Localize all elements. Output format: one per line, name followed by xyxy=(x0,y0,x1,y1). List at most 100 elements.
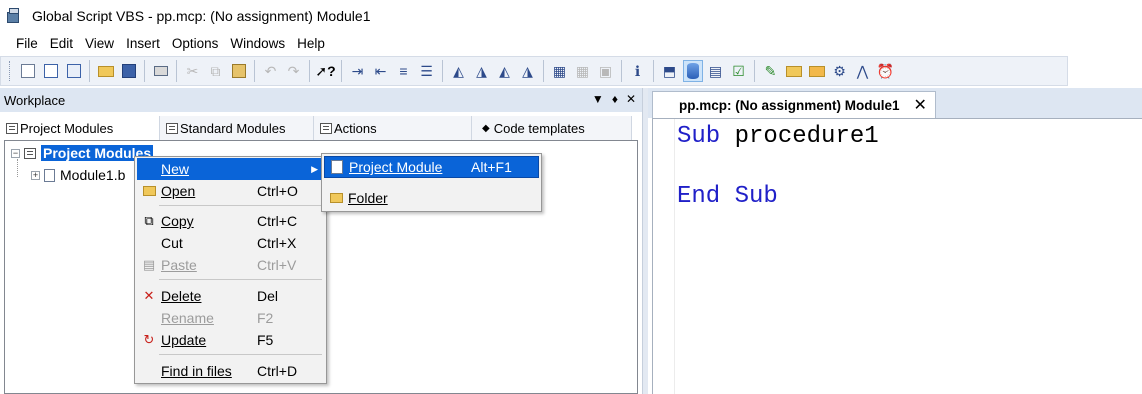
debug-icon[interactable]: ▣ xyxy=(596,60,616,82)
project-module-icon xyxy=(329,159,345,175)
menu-item-rename[interactable]: Rename F2 xyxy=(137,307,324,329)
print-icon[interactable] xyxy=(151,60,171,82)
menu-edit[interactable]: Edit xyxy=(44,36,79,51)
menu-help[interactable]: Help xyxy=(291,36,331,51)
action-icon xyxy=(320,122,332,134)
menu-item-copy[interactable]: ⧉ Copy Ctrl+C xyxy=(137,210,324,232)
align-icon[interactable]: ≡ xyxy=(394,60,414,82)
edit-icon[interactable]: ✎ xyxy=(761,60,781,82)
workplace-tabs: Project Modules Standard Modules Actions… xyxy=(0,116,642,140)
comment-icon[interactable]: ☰ xyxy=(417,60,437,82)
info-icon[interactable]: ℹ xyxy=(628,60,648,82)
folder-icon[interactable] xyxy=(784,60,804,82)
toolbar-separator xyxy=(543,60,544,82)
toolbar-separator xyxy=(754,60,755,82)
tree-node-project-modules[interactable]: − Project Modules xyxy=(11,145,154,161)
pin-icon[interactable]: ♦ xyxy=(612,92,618,106)
copy-icon[interactable]: ⧉ xyxy=(206,60,226,82)
delete-icon: ✕ xyxy=(143,288,155,303)
check-icon[interactable]: ☑ xyxy=(729,60,749,82)
whats-this-icon[interactable]: ➚? xyxy=(315,60,335,82)
menu-item-cut[interactable]: Cut Ctrl+X xyxy=(137,232,324,254)
update-icon: ↻ xyxy=(143,332,155,347)
new-submenu: Project Module Alt+F1 Folder xyxy=(321,153,542,212)
module-icon xyxy=(24,147,36,159)
menu-insert[interactable]: Insert xyxy=(120,36,166,51)
tab-standard-modules[interactable]: Standard Modules xyxy=(160,116,314,140)
open-folder-icon[interactable] xyxy=(96,60,116,82)
bookmark-prev-icon[interactable]: ◭ xyxy=(495,60,515,82)
collapse-icon[interactable]: − xyxy=(11,148,20,158)
template-icon: ◆ xyxy=(482,122,490,134)
open-folder-icon xyxy=(141,183,157,199)
menu-item-new[interactable]: New ▶ xyxy=(137,158,324,180)
new-project-icon[interactable] xyxy=(64,60,84,82)
outdent-icon[interactable]: ⇤ xyxy=(371,60,391,82)
menu-item-update[interactable]: ↻ Update F5 xyxy=(137,329,324,351)
toolbar-separator xyxy=(144,60,145,82)
code-line-3: End Sub xyxy=(677,183,778,210)
menu-item-folder[interactable]: Folder xyxy=(324,187,539,209)
toolbar-separator xyxy=(309,60,310,82)
tab-project-modules[interactable]: Project Modules xyxy=(0,116,160,140)
toolbar-grip[interactable] xyxy=(9,61,12,81)
window-title: Global Script VBS - pp.mcp: (No assignme… xyxy=(32,8,371,24)
menu-item-find-in-files[interactable]: Find in files Ctrl+D xyxy=(137,360,324,382)
dropdown-icon[interactable]: ▼ xyxy=(592,92,604,106)
compile-icon[interactable]: ▦ xyxy=(550,60,570,82)
bookmark-icon[interactable]: ◭ xyxy=(449,60,469,82)
paste-icon[interactable] xyxy=(229,60,249,82)
menu-view[interactable]: View xyxy=(79,36,120,51)
toolbar-separator xyxy=(89,60,90,82)
context-menu: New ▶ Open Ctrl+O ⧉ Copy Ctrl+C Cut Ctrl… xyxy=(134,156,327,384)
code-editor[interactable]: Sub procedure1 End Sub xyxy=(652,118,1142,394)
tags-icon[interactable]: ▤ xyxy=(706,60,726,82)
back-icon[interactable]: ⬒ xyxy=(660,60,680,82)
bookmark-next-icon[interactable]: ◮ xyxy=(472,60,492,82)
cut-icon[interactable]: ✂ xyxy=(183,60,203,82)
pane-splitter[interactable] xyxy=(642,88,648,394)
expand-icon[interactable]: + xyxy=(31,170,40,180)
title-bar: Global Script VBS - pp.mcp: (No assignme… xyxy=(0,0,1142,32)
tab-actions[interactable]: Actions xyxy=(314,116,472,140)
indent-icon[interactable]: ⇥ xyxy=(348,60,368,82)
toolbar: ✂ ⧉ ↶ ↷ ➚? ⇥ ⇤ ≡ ☰ ◭ ◮ ◭ ◮ ▦ ▦ ▣ ℹ ⬒ ▤ ☑… xyxy=(0,56,1068,86)
module-icon xyxy=(166,122,178,134)
menu-options[interactable]: Options xyxy=(166,36,225,51)
menu-windows[interactable]: Windows xyxy=(224,36,291,51)
undo-icon[interactable]: ↶ xyxy=(261,60,281,82)
triggers-icon[interactable]: ⚙ xyxy=(830,60,850,82)
redo-icon[interactable]: ↷ xyxy=(284,60,304,82)
close-icon[interactable]: ✕ xyxy=(626,92,636,106)
bookmark-clear-icon[interactable]: ◮ xyxy=(518,60,538,82)
workplace-title: Workplace xyxy=(4,92,66,108)
menu-separator xyxy=(159,205,322,206)
compass-icon[interactable]: ⋀ xyxy=(853,60,873,82)
workplace-controls: ▼ ♦ ✕ xyxy=(592,92,636,106)
save-icon[interactable] xyxy=(119,60,139,82)
tree-node-module1[interactable]: + Module1.b xyxy=(31,167,125,183)
compile-all-icon[interactable]: ▦ xyxy=(573,60,593,82)
editor-tab-strip: pp.mcp: (No assignment) Module1 ✕ xyxy=(648,88,1142,118)
toolbar-separator xyxy=(442,60,443,82)
menu-item-project-module[interactable]: Project Module Alt+F1 xyxy=(324,156,539,178)
submenu-arrow-icon: ▶ xyxy=(311,163,318,174)
folder-icon xyxy=(328,190,344,206)
editor-tab-module1[interactable]: pp.mcp: (No assignment) Module1 ✕ xyxy=(652,91,936,118)
new-module-icon[interactable] xyxy=(41,60,61,82)
clock-icon[interactable]: ⏰ xyxy=(876,60,896,82)
close-tab-icon[interactable]: ✕ xyxy=(914,95,927,115)
menu-item-delete[interactable]: ✕ Delete Del xyxy=(137,285,324,307)
tab-code-templates[interactable]: ◆ Code templates xyxy=(472,116,632,140)
menu-file[interactable]: File xyxy=(10,36,44,51)
file-icon xyxy=(44,168,55,182)
add-folder-icon[interactable] xyxy=(807,60,827,82)
toolbar-separator xyxy=(653,60,654,82)
toolbar-separator xyxy=(176,60,177,82)
new-document-icon[interactable] xyxy=(18,60,38,82)
code-line-1: Sub procedure1 xyxy=(677,123,879,150)
menu-item-open[interactable]: Open Ctrl+O xyxy=(137,180,324,202)
menu-item-paste[interactable]: ▤ Paste Ctrl+V xyxy=(137,254,324,276)
module-icon xyxy=(6,122,18,134)
database-icon[interactable] xyxy=(682,60,703,82)
